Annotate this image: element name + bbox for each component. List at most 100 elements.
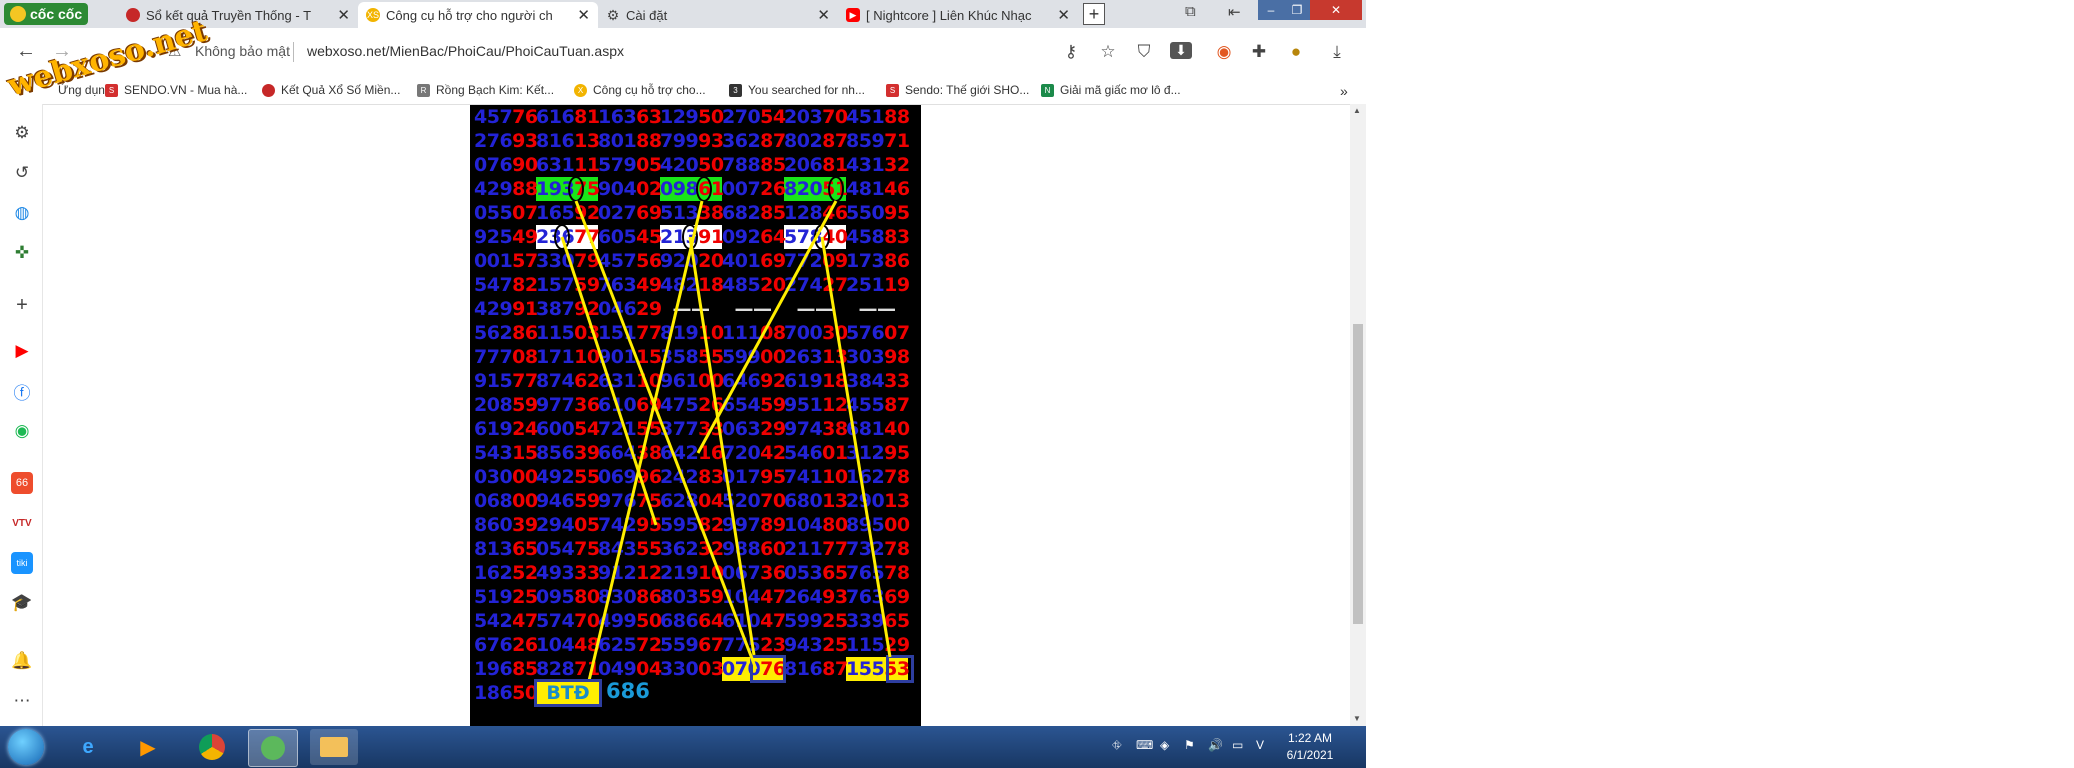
tab-label: [ Nightcore ] Liên Khúc Nhạc [866,7,1032,23]
messenger-icon[interactable]: ◍ [11,202,33,224]
spotify-icon[interactable]: ◉ [11,420,33,442]
tab-settings[interactable]: ⚙ Cài đặt ✕ [598,2,838,28]
tab-label: Cài đặt [626,7,668,23]
chrome-icon[interactable] [188,729,236,765]
lottery-site-icon [126,8,140,22]
pattern-lines [560,200,892,686]
scroll-thumb[interactable] [1353,324,1363,624]
maximize-button[interactable]: ❐ [1284,0,1310,20]
bookmark-star-icon[interactable]: ☆ [1097,42,1119,62]
browser-window: cốc cốc Sổ kết quả Truyền Thống - T ✕ XS… [0,0,1366,768]
taskbar: e ▶ ⛗ ⌨ ◈ ⚑ 🔊 ▭ V 1:22 AM 6/1/2021 [0,726,1366,768]
downloads-icon[interactable]: ⤓ [1326,42,1348,62]
page-scrollbar[interactable]: ▲ ▼ [1350,104,1366,726]
profile-avatar-icon[interactable]: ● [1285,42,1307,62]
youtube-icon: ▶ [846,8,860,22]
pattern-line [820,236,892,658]
left-sidebar: ⚙ ↺ ◍ ✜ + ▶ ⓕ ◉ 66 VTV tiki 🎓 🔔 ⋯ [0,104,43,726]
close-tab-icon[interactable]: ✕ [817,6,830,24]
bookmark-sendo[interactable]: S SENDO.VN - Mua hà... [105,83,247,97]
clock-time: 1:22 AM [1287,731,1333,745]
download-page-icon[interactable]: ⬇ [1170,42,1192,59]
settings-gear-icon[interactable]: ⚙ [11,122,33,144]
game-icon[interactable]: ✜ [11,242,33,264]
btd-value: 686 [606,679,650,703]
extensions-icon[interactable]: ✚ [1248,42,1270,62]
tab-search-icon[interactable]: ⧉ [1185,3,1196,20]
rbk-icon: R [417,83,430,97]
scroll-down-icon[interactable]: ▼ [1353,714,1361,723]
bookmark-label: You searched for nh... [748,83,865,97]
notification-bell-icon[interactable]: 🔔 [11,650,33,672]
xs-site-icon: XS [366,8,380,22]
pattern-line [574,200,758,670]
add-sidebar-app-icon[interactable]: + [11,294,33,316]
coccoc-ext-icon[interactable]: ◉ [1213,42,1235,62]
bookmark-sendo-world[interactable]: S Sendo: Thế giới SHO... [886,83,1029,97]
tray-network-icon[interactable]: ⛗ [1112,738,1122,753]
brand-label: cốc cốc [30,6,83,22]
bookmark-label: Giải mã giấc mơ lô đ... [1060,83,1181,97]
tab-cong-cu[interactable]: XS Công cụ hỗ trợ cho người ch ✕ [358,2,598,28]
close-tab-icon[interactable]: ✕ [1057,6,1070,24]
taskbar-clock[interactable]: 1:22 AM 6/1/2021 [1282,730,1338,764]
bookmark-label: Công cụ hỗ trợ cho... [593,83,706,97]
bookmarks-bar: Ứng dụng S SENDO.VN - Mua hà... Kết Quả X… [0,76,1366,105]
tray-volume-icon[interactable]: 🔊 [1208,738,1223,752]
sendo-icon: S [105,83,118,97]
bookmark-label: Kết Quả Xổ Số Miền... [281,83,401,97]
tab-so-ket-qua[interactable]: Sổ kết quả Truyền Thống - T ✕ [118,2,358,28]
tab-youtube[interactable]: ▶ [ Nightcore ] Liên Khúc Nhạc ✕ [838,2,1078,28]
tiki-icon[interactable]: tiki [11,552,33,574]
start-button[interactable] [8,729,44,765]
tray-language-icon[interactable]: ⌨ [1136,738,1153,752]
shopee-icon[interactable]: 66 [11,472,33,494]
key-icon[interactable]: ⚷ [1060,42,1082,62]
nd-icon: N [1041,83,1054,97]
gear-icon: ⚙ [606,6,620,23]
tray-display-icon[interactable]: ▭ [1232,738,1243,752]
more-options-icon[interactable]: ⋯ [11,690,33,712]
separator [293,42,294,62]
tray-flag-icon[interactable]: ⚑ [1184,738,1195,752]
tab-label: Công cụ hỗ trợ cho người ch [386,7,553,23]
bookmark-giai-ma[interactable]: N Giải mã giấc mơ lô đ... [1041,83,1181,97]
ie-icon[interactable]: e [64,729,112,765]
media-player-icon[interactable]: ▶ [124,729,172,765]
sendo-icon: S [886,83,899,97]
tray-vpn-icon[interactable]: V [1256,738,1264,752]
scroll-up-icon[interactable]: ▲ [1353,106,1361,115]
new-tab-button[interactable]: + [1083,3,1105,25]
coccoc-icon[interactable] [248,729,298,767]
tray-app-icon[interactable]: ◈ [1160,738,1169,752]
sidebar-toggle-icon[interactable]: ⇤ [1228,3,1241,21]
bookmark-label: SENDO.VN - Mua hà... [124,83,248,97]
clock-date: 6/1/2021 [1286,748,1334,762]
tab-strip: cốc cốc Sổ kết quả Truyền Thống - T ✕ XS… [0,0,1366,28]
minimize-button[interactable]: – [1258,0,1284,20]
site-365-icon: 3 [729,83,742,97]
facebook-icon[interactable]: ⓕ [11,380,33,403]
bookmark-label: Sendo: Thế giới SHO... [905,83,1030,97]
coccoc-menu-button[interactable]: cốc cốc [4,3,89,25]
youtube-icon[interactable]: ▶ [11,340,33,362]
bookmark-overflow-button[interactable]: » [1340,83,1348,99]
close-window-button[interactable]: ✕ [1310,0,1362,20]
vtv-icon[interactable]: VTV [11,512,33,534]
url-field[interactable]: webxoso.net/MienBac/PhoiCau/PhoiCauTuan.… [307,43,624,59]
bookmark-search[interactable]: 3 You searched for nh... [729,83,865,97]
history-icon[interactable]: ↺ [11,162,33,184]
close-tab-icon[interactable]: ✕ [577,6,590,24]
bookmark-rong-bach-kim[interactable]: R Rồng Bạch Kim: Kết... [417,83,554,97]
pattern-line [560,236,658,526]
explorer-icon[interactable] [310,729,358,765]
education-icon[interactable]: 🎓 [11,592,33,614]
bookmark-label: Rồng Bạch Kim: Kết... [436,83,555,97]
shield-icon[interactable]: ⛉ [1133,42,1155,62]
back-button[interactable]: ← [14,40,38,63]
btd-badge: BTĐ [534,679,602,707]
bookmark-cong-cu[interactable]: X Công cụ hỗ trợ cho... [574,83,706,97]
close-tab-icon[interactable]: ✕ [337,6,350,24]
bookmark-kqxs[interactable]: Kết Quả Xổ Số Miền... [262,83,400,97]
coccoc-logo-icon [10,6,26,22]
